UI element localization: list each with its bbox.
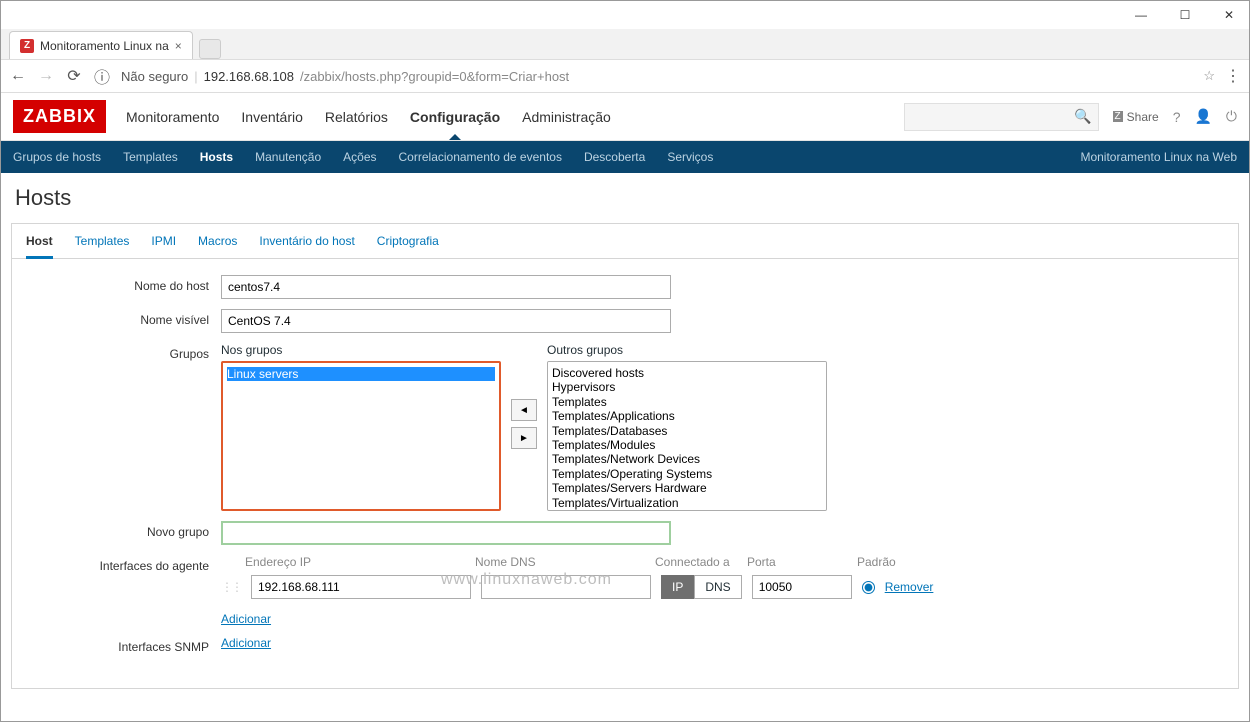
help-icon[interactable]: ?: [1173, 109, 1181, 125]
in-group-option[interactable]: Linux servers: [227, 367, 495, 381]
col-port: Porta: [747, 555, 847, 569]
move-left-button[interactable]: ◄: [511, 399, 537, 421]
subnav-descoberta[interactable]: Descoberta: [584, 150, 645, 164]
other-group-option[interactable]: Hypervisors: [552, 380, 822, 394]
url-host: 192.168.68.108: [204, 69, 294, 84]
page-title: Hosts: [1, 173, 1249, 223]
other-group-option[interactable]: Templates/Modules: [552, 438, 822, 452]
window-maximize[interactable]: ☐: [1173, 8, 1197, 22]
toggle-dns[interactable]: DNS: [694, 575, 741, 599]
power-icon[interactable]: ⏻: [1226, 108, 1237, 125]
tab-inventario[interactable]: Inventário do host: [259, 234, 354, 258]
other-groups-title: Outros grupos: [547, 343, 827, 357]
tab-criptografia[interactable]: Criptografia: [377, 234, 439, 258]
subnav-acoes[interactable]: Ações: [343, 150, 376, 164]
visiblename-label: Nome visível: [26, 309, 221, 327]
zabbix-favicon: Z: [20, 39, 34, 53]
col-dns: Nome DNS: [475, 555, 645, 569]
groups-label: Grupos: [26, 343, 221, 361]
in-groups-select[interactable]: Linux servers: [221, 361, 501, 511]
subnav-correlacionamento[interactable]: Correlacionamento de eventos: [399, 150, 562, 164]
search-icon: 🔍: [1074, 108, 1091, 125]
host-form-panel: Host Templates IPMI Macros Inventário do…: [11, 223, 1239, 689]
browser-tab[interactable]: Z Monitoramento Linux na ×: [9, 31, 193, 59]
brand-logo[interactable]: ZABBIX: [13, 100, 106, 133]
sub-nav: Grupos de hosts Templates Hosts Manutenç…: [1, 141, 1249, 173]
tab-ipmi[interactable]: IPMI: [151, 234, 176, 258]
user-icon[interactable]: 👤: [1194, 108, 1211, 125]
top-nav: Monitoramento Inventário Relatórios Conf…: [124, 95, 613, 139]
nav-relatorios[interactable]: Relatórios: [323, 95, 390, 139]
other-group-option[interactable]: Discovered hosts: [552, 366, 822, 380]
tab-macros[interactable]: Macros: [198, 234, 237, 258]
subnav-hosts[interactable]: Hosts: [200, 150, 233, 164]
hostname-input[interactable]: [221, 275, 671, 299]
site-info-icon[interactable]: ⓘ: [93, 64, 111, 88]
add-snmp-interface-link[interactable]: Adicionar: [221, 636, 271, 650]
window-minimize[interactable]: —: [1129, 8, 1153, 22]
address-bar[interactable]: Não seguro | 192.168.68.108/zabbix/hosts…: [121, 69, 1193, 84]
other-group-option[interactable]: Templates/Virtualization: [552, 496, 822, 510]
window-titlebar: — ☐ ✕: [1, 1, 1249, 29]
remove-interface-link[interactable]: Remover: [885, 580, 934, 594]
subnav-servicos[interactable]: Serviços: [667, 150, 713, 164]
visiblename-input[interactable]: [221, 309, 671, 333]
new-tab-button[interactable]: [199, 39, 221, 59]
other-groups-select[interactable]: Discovered hosts Hypervisors Templates T…: [547, 361, 827, 511]
add-agent-interface-link[interactable]: Adicionar: [221, 612, 271, 626]
agent-ip-input[interactable]: [251, 575, 471, 599]
close-tab-icon[interactable]: ×: [175, 39, 182, 53]
nav-monitoramento[interactable]: Monitoramento: [124, 95, 221, 139]
nav-configuracao[interactable]: Configuração: [408, 95, 502, 139]
newgroup-input[interactable]: [221, 521, 671, 545]
bookmark-icon[interactable]: ☆: [1203, 68, 1215, 84]
other-group-option[interactable]: Templates: [552, 395, 822, 409]
toggle-ip[interactable]: IP: [661, 575, 694, 599]
subnav-manutencao[interactable]: Manutenção: [255, 150, 321, 164]
other-group-option[interactable]: Templates/Applications: [552, 409, 822, 423]
nav-administracao[interactable]: Administração: [520, 95, 613, 139]
connect-to-toggle[interactable]: IP DNS: [661, 575, 742, 599]
hostname-label: Nome do host: [26, 275, 221, 293]
tab-host[interactable]: Host: [26, 234, 53, 259]
browser-tabs: Z Monitoramento Linux na ×: [1, 29, 1249, 59]
not-secure-label: Não seguro: [121, 69, 188, 84]
agent-dns-input[interactable]: [481, 575, 651, 599]
search-box[interactable]: 🔍: [904, 103, 1099, 131]
app-header: ZABBIX Monitoramento Inventário Relatóri…: [1, 93, 1249, 141]
col-default: Padrão: [857, 555, 896, 569]
col-conn: Connectado a: [655, 555, 737, 569]
in-groups-title: Nos grupos: [221, 343, 501, 357]
share-button[interactable]: ZShare: [1113, 110, 1159, 124]
drag-handle-icon[interactable]: ⋮⋮: [221, 580, 241, 594]
col-ip: Endereço IP: [245, 555, 465, 569]
other-group-option[interactable]: Templates/Network Devices: [552, 452, 822, 466]
subnav-site-title: Monitoramento Linux na Web: [1080, 150, 1237, 164]
tab-title: Monitoramento Linux na: [40, 39, 169, 53]
window-close[interactable]: ✕: [1217, 8, 1241, 22]
other-group-option[interactable]: Templates/Servers Hardware: [552, 481, 822, 495]
other-group-option[interactable]: Templates/Databases: [552, 424, 822, 438]
back-button[interactable]: ←: [9, 67, 27, 85]
agent-interfaces-label: Interfaces do agente: [26, 555, 221, 573]
other-group-option[interactable]: Templates/Operating Systems: [552, 467, 822, 481]
subnav-templates[interactable]: Templates: [123, 150, 178, 164]
tab-templates[interactable]: Templates: [75, 234, 130, 258]
subnav-grupos[interactable]: Grupos de hosts: [13, 150, 101, 164]
agent-port-input[interactable]: [752, 575, 852, 599]
move-right-button[interactable]: ►: [511, 427, 537, 449]
snmp-interfaces-label: Interfaces SNMP: [26, 636, 221, 654]
default-radio[interactable]: [862, 581, 875, 594]
forward-button: →: [37, 67, 55, 85]
browser-toolbar: ← → ⟳ ⓘ Não seguro | 192.168.68.108/zabb…: [1, 59, 1249, 93]
url-path: /zabbix/hosts.php?groupid=0&form=Criar+h…: [300, 69, 569, 84]
browser-menu-icon[interactable]: ⋮: [1225, 66, 1241, 86]
reload-button[interactable]: ⟳: [65, 66, 83, 86]
nav-inventario[interactable]: Inventário: [239, 95, 304, 139]
form-tabs: Host Templates IPMI Macros Inventário do…: [12, 224, 1238, 259]
newgroup-label: Novo grupo: [26, 521, 221, 539]
